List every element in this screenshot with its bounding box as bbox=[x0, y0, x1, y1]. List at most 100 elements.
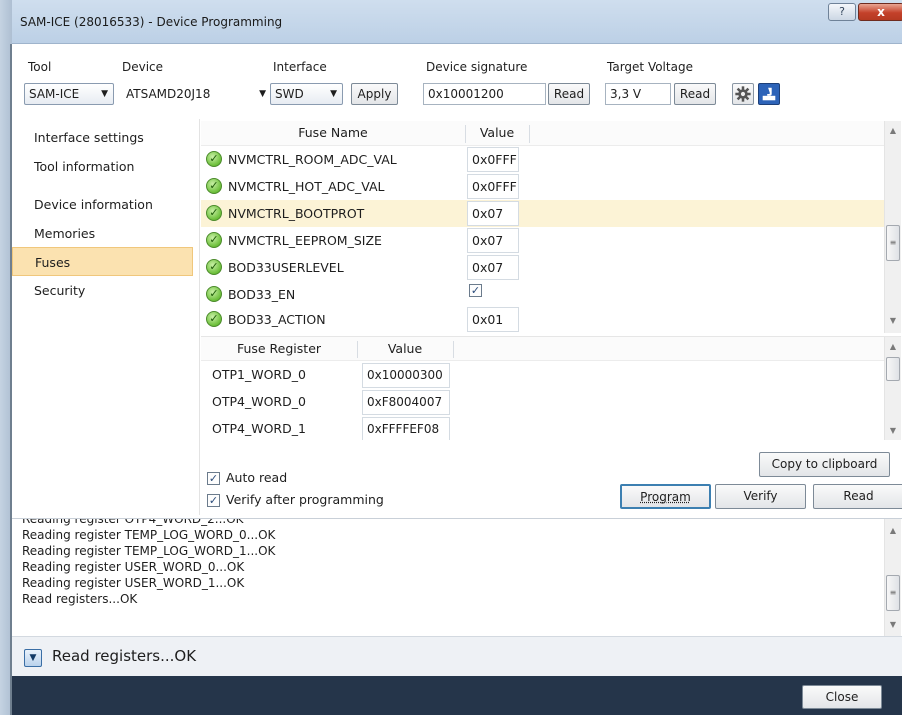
program-button[interactable]: Program bbox=[620, 484, 711, 509]
log-line: Read registers...OK bbox=[22, 592, 138, 606]
fuse-grid: Fuse Name Value ✓ NVMCTRL_ROOM_ADC_VAL 0… bbox=[201, 121, 901, 333]
scroll-down-icon[interactable]: ▼ bbox=[885, 617, 901, 633]
fuse-row[interactable]: ✓ NVMCTRL_HOT_ADC_VAL 0x0FFF bbox=[201, 173, 884, 200]
target-voltage-label: Target Voltage bbox=[607, 60, 693, 74]
scroll-thumb[interactable]: ≡ bbox=[886, 225, 900, 261]
scroll-up-icon[interactable]: ▲ bbox=[885, 339, 901, 355]
sidebar-item-security[interactable]: Security bbox=[12, 276, 193, 305]
read-button[interactable]: Read bbox=[813, 484, 902, 509]
register-row[interactable]: OTP1_WORD_0 0x10000300 bbox=[201, 361, 884, 389]
close-button[interactable]: Close bbox=[802, 685, 882, 709]
log-line: Reading register USER_WORD_1...OK bbox=[22, 576, 245, 590]
voltage-read-button[interactable]: Read bbox=[674, 83, 716, 105]
register-value-field[interactable]: 0xF8004007 bbox=[362, 390, 450, 415]
tool-select-value: SAM-ICE bbox=[29, 87, 80, 101]
expand-log-button[interactable]: ▼ bbox=[24, 649, 42, 667]
help-button[interactable]: ? bbox=[828, 3, 856, 21]
log-line: Reading register OTP4_WORD_2...OK bbox=[22, 518, 244, 526]
log-line: Reading register USER_WORD_0...OK bbox=[22, 560, 245, 574]
fuse-name: NVMCTRL_EEPROM_SIZE bbox=[228, 233, 382, 248]
check-ok-icon: ✓ bbox=[206, 311, 222, 327]
fuse-name: NVMCTRL_BOOTPROT bbox=[228, 206, 365, 221]
column-divider[interactable] bbox=[453, 341, 454, 358]
chevron-down-icon: ▼ bbox=[330, 89, 337, 99]
interface-select[interactable]: SWD ▼ bbox=[270, 83, 343, 105]
check-ok-icon: ✓ bbox=[206, 178, 222, 194]
window-close-button[interactable]: x bbox=[858, 3, 902, 21]
auto-read-checkbox[interactable]: ✓ bbox=[207, 472, 220, 485]
fuse-name: NVMCTRL_ROOM_ADC_VAL bbox=[228, 152, 397, 167]
fuse-grid-header: Fuse Name Value bbox=[201, 121, 884, 146]
fuse-value-field[interactable]: 0x01 bbox=[467, 307, 519, 332]
apply-button[interactable]: Apply bbox=[351, 83, 398, 105]
register-name: OTP4_WORD_0 bbox=[212, 394, 306, 409]
sidebar-item-memories[interactable]: Memories bbox=[12, 219, 193, 248]
log-scrollbar[interactable]: ▲ ≡ ▼ bbox=[884, 519, 901, 636]
verify-after-programming-checkbox[interactable]: ✓ bbox=[207, 494, 220, 507]
scroll-thumb[interactable]: ≡ bbox=[886, 575, 900, 611]
fuse-value-field[interactable]: 0x0FFF bbox=[467, 147, 519, 172]
register-value-field[interactable]: 0xFFFFEF08 bbox=[362, 417, 450, 440]
gear-icon bbox=[735, 86, 751, 102]
sidebar-item-device-information[interactable]: Device information bbox=[12, 190, 193, 219]
check-ok-icon: ✓ bbox=[206, 286, 222, 302]
column-divider[interactable] bbox=[529, 125, 530, 143]
register-row[interactable]: OTP4_WORD_0 0xF8004007 bbox=[201, 388, 884, 416]
scroll-down-icon[interactable]: ▼ bbox=[885, 313, 901, 329]
chevron-down-icon: ▼ bbox=[259, 89, 266, 99]
verify-after-programming-label: Verify after programming bbox=[226, 492, 384, 507]
check-ok-icon: ✓ bbox=[206, 205, 222, 221]
status-text: Read registers...OK bbox=[52, 647, 197, 665]
log-line: Reading register TEMP_LOG_WORD_0...OK bbox=[22, 528, 276, 542]
register-grid: Fuse Register Value OTP1_WORD_0 0x100003… bbox=[201, 336, 901, 440]
log-panel[interactable]: Reading register OTP4_WORD_2...OK Readin… bbox=[12, 518, 902, 636]
interface-label: Interface bbox=[273, 60, 327, 74]
fuse-value-field[interactable]: 0x07 bbox=[467, 228, 519, 253]
device-select[interactable]: ATSAMD20J18 ▼ bbox=[121, 83, 273, 105]
fuse-name-header[interactable]: Fuse Name bbox=[201, 121, 465, 145]
fuse-name: NVMCTRL_HOT_ADC_VAL bbox=[228, 179, 385, 194]
device-label: Device bbox=[122, 60, 164, 74]
scroll-down-icon[interactable]: ▼ bbox=[885, 423, 901, 439]
log-line: Reading register TEMP_LOG_WORD_1...OK bbox=[22, 544, 276, 558]
sidebar-item-interface-settings[interactable]: Interface settings bbox=[12, 123, 193, 152]
fuse-row[interactable]: ✓ BOD33_ACTION 0x01 bbox=[201, 306, 884, 333]
device-signature-label: Device signature bbox=[426, 60, 528, 74]
fuse-value-field[interactable]: 0x07 bbox=[467, 255, 519, 280]
tool-select[interactable]: SAM-ICE ▼ bbox=[24, 83, 114, 105]
verify-button[interactable]: Verify bbox=[715, 484, 806, 509]
fuse-register-header[interactable]: Fuse Register bbox=[201, 337, 357, 361]
settings-button[interactable] bbox=[732, 83, 754, 105]
jlink-button[interactable] bbox=[758, 83, 780, 105]
status-bar: ▼ Read registers...OK bbox=[12, 636, 902, 676]
fuse-row[interactable]: ✓ NVMCTRL_EEPROM_SIZE 0x07 bbox=[201, 227, 884, 254]
register-row[interactable]: OTP4_WORD_1 0xFFFFEF08 bbox=[201, 415, 884, 440]
fuse-value-field[interactable]: 0x07 bbox=[467, 201, 519, 226]
device-signature-field[interactable]: 0x10001200 bbox=[423, 83, 546, 105]
check-ok-icon: ✓ bbox=[206, 232, 222, 248]
register-value-header[interactable]: Value bbox=[357, 337, 453, 361]
bod33-en-checkbox[interactable]: ✓ bbox=[469, 284, 482, 297]
check-ok-icon: ✓ bbox=[206, 259, 222, 275]
scroll-thumb[interactable] bbox=[886, 357, 900, 381]
scroll-up-icon[interactable]: ▲ bbox=[885, 523, 901, 539]
target-voltage-field[interactable]: 3,3 V bbox=[605, 83, 671, 105]
dialog-footer: Close bbox=[12, 676, 902, 715]
sidebar: Interface settings Tool information Devi… bbox=[12, 119, 200, 515]
fuse-row-selected[interactable]: ✓ NVMCTRL_BOOTPROT 0x07 bbox=[201, 200, 884, 227]
fuse-grid-scrollbar[interactable]: ▲ ≡ ▼ bbox=[884, 121, 901, 333]
fuse-row[interactable]: ✓ NVMCTRL_ROOM_ADC_VAL 0x0FFF bbox=[201, 146, 884, 173]
copy-to-clipboard-button[interactable]: Copy to clipboard bbox=[759, 452, 890, 477]
register-value-field[interactable]: 0x10000300 bbox=[362, 363, 450, 388]
sidebar-item-fuses[interactable]: Fuses bbox=[12, 247, 193, 276]
fuse-value-header[interactable]: Value bbox=[465, 121, 529, 145]
title-bar: SAM-ICE (28016533) - Device Programming … bbox=[12, 0, 902, 44]
sidebar-item-tool-information[interactable]: Tool information bbox=[12, 152, 193, 181]
fuse-row[interactable]: ✓ BOD33USERLEVEL 0x07 bbox=[201, 254, 884, 281]
scroll-up-icon[interactable]: ▲ bbox=[885, 123, 901, 139]
fuse-row[interactable]: ✓ BOD33_EN ✓ bbox=[201, 281, 884, 308]
fuse-value-field[interactable]: 0x0FFF bbox=[467, 174, 519, 199]
signature-read-button[interactable]: Read bbox=[548, 83, 590, 105]
register-grid-scrollbar[interactable]: ▲ ▼ bbox=[884, 337, 901, 440]
fuse-actions-panel: ✓ Auto read ✓ Verify after programming C… bbox=[201, 442, 902, 518]
